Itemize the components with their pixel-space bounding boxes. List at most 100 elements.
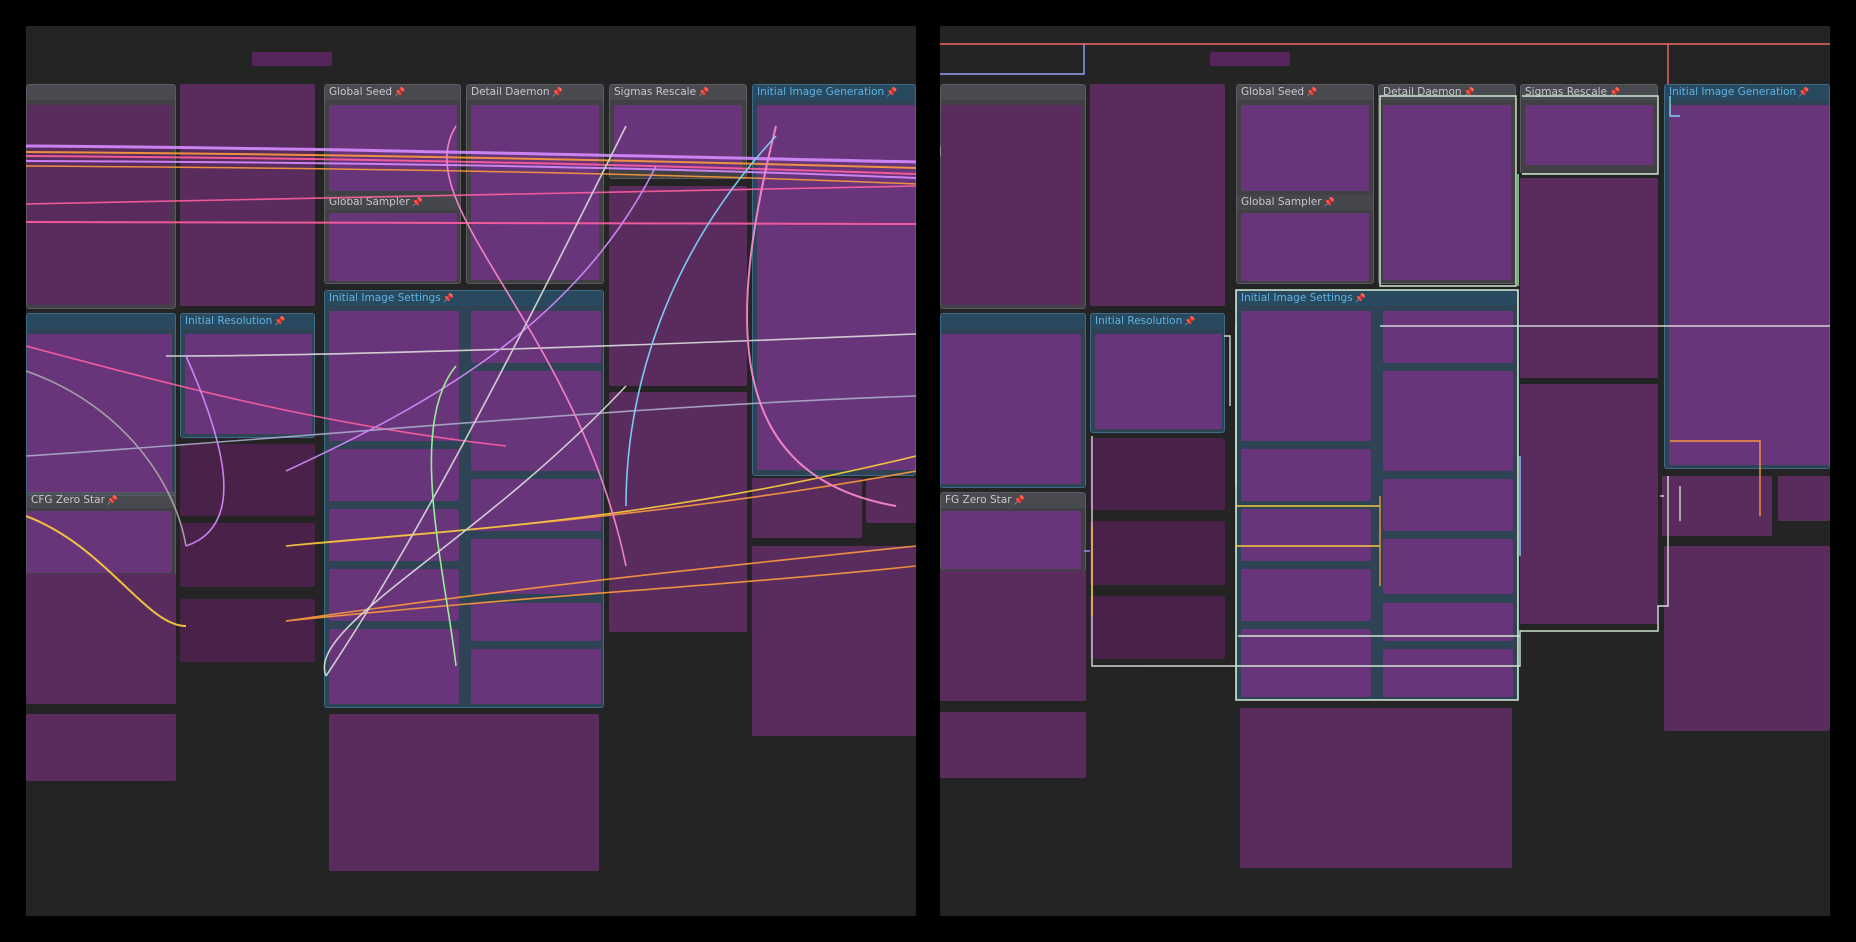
group-initial-image-generation[interactable]: Initial Image Generation 📌 [1664, 84, 1830, 469]
workflow-canvas-left[interactable]: Global Seed 📌 Global Sampler 📌 Detail Daem… [26, 26, 916, 916]
node[interactable] [1520, 384, 1658, 624]
detail-daemon-node[interactable] [471, 105, 599, 280]
node[interactable] [471, 311, 601, 363]
initial-resolution-node[interactable] [1095, 334, 1222, 429]
node[interactable] [1662, 476, 1772, 536]
node[interactable] [1383, 371, 1513, 471]
pin-icon[interactable]: 📌 [394, 88, 405, 98]
node[interactable] [329, 311, 459, 441]
node[interactable] [329, 714, 599, 871]
pin-icon[interactable]: 📌 [1609, 88, 1620, 98]
group-cfg-zero-star[interactable]: CFG Zero Star 📌 [26, 492, 176, 577]
node[interactable] [180, 599, 315, 662]
pin-icon[interactable]: 📌 [552, 88, 563, 98]
node[interactable] [940, 571, 1086, 701]
node[interactable] [180, 444, 315, 516]
group-left-middle[interactable] [26, 313, 176, 496]
node[interactable] [1383, 603, 1513, 641]
pin-icon[interactable]: 📌 [1798, 88, 1809, 98]
group-cfg-zero-star[interactable]: FG Zero Star 📌 [940, 492, 1086, 572]
node[interactable] [1241, 449, 1371, 501]
node[interactable] [866, 478, 916, 523]
pin-icon[interactable]: 📌 [443, 294, 454, 304]
cfg-zero-star-node[interactable] [27, 511, 172, 573]
node[interactable] [329, 509, 459, 561]
pin-icon[interactable]: 📌 [412, 198, 423, 208]
node[interactable] [471, 649, 601, 704]
node[interactable] [752, 478, 862, 538]
pin-icon[interactable]: 📌 [1464, 88, 1475, 98]
node[interactable] [180, 84, 315, 306]
cfg-zero-star-node[interactable] [941, 511, 1081, 569]
pin-icon[interactable]: 📌 [1014, 496, 1025, 506]
node[interactable] [1241, 509, 1371, 561]
pin-icon[interactable]: 📌 [698, 88, 709, 98]
node[interactable] [27, 334, 172, 492]
group-initial-resolution[interactable]: Initial Resolution 📌 [180, 313, 315, 438]
node[interactable] [1090, 438, 1225, 510]
node[interactable] [471, 479, 601, 531]
pin-icon[interactable]: 📌 [107, 496, 118, 506]
node[interactable] [329, 629, 459, 704]
node[interactable] [609, 186, 747, 386]
node[interactable] [1090, 84, 1225, 306]
group-global-seed[interactable]: Global Seed 📌 Global Sampler 📌 [324, 84, 461, 284]
node[interactable] [1090, 596, 1225, 659]
global-seed-node[interactable] [1241, 105, 1369, 191]
group-global-seed[interactable]: Global Seed 📌 Global Sampler 📌 [1236, 84, 1374, 284]
node[interactable] [1383, 649, 1513, 697]
node[interactable] [1664, 546, 1830, 731]
node[interactable] [940, 712, 1086, 778]
group-detail-daemon[interactable]: Detail Daemon 📌 [1378, 84, 1516, 284]
sigmas-rescale-node[interactable] [614, 105, 742, 170]
global-sampler-node[interactable] [329, 213, 457, 281]
node[interactable] [329, 569, 459, 621]
node[interactable] [471, 371, 601, 471]
group-detail-daemon[interactable]: Detail Daemon 📌 [466, 84, 604, 284]
pin-icon[interactable]: 📌 [886, 88, 897, 98]
node[interactable] [26, 714, 176, 781]
node[interactable] [180, 523, 315, 587]
node[interactable] [1520, 178, 1658, 378]
node[interactable] [471, 603, 601, 641]
workflow-canvas-right[interactable]: Global Seed 📌 Global Sampler 📌 Detail Daem… [940, 26, 1830, 916]
node[interactable] [471, 539, 601, 594]
detail-daemon-node[interactable] [1383, 105, 1511, 280]
group-left-middle[interactable] [940, 313, 1086, 488]
pin-icon[interactable]: 📌 [1324, 198, 1335, 208]
node[interactable] [941, 105, 1081, 305]
group-left-top[interactable] [26, 84, 176, 309]
node[interactable] [27, 105, 172, 305]
node[interactable] [1090, 521, 1225, 585]
node[interactable] [1241, 311, 1371, 441]
group-initial-resolution[interactable]: Initial Resolution 📌 [1090, 313, 1225, 433]
sigmas-rescale-node[interactable] [1525, 105, 1653, 165]
node[interactable] [1383, 479, 1513, 531]
pin-icon[interactable]: 📌 [1184, 317, 1195, 327]
global-sampler-node[interactable] [1241, 213, 1369, 281]
initial-image-generation-node[interactable] [1669, 105, 1829, 465]
group-sigmas-rescale[interactable]: Sigmas Rescale 📌 [609, 84, 747, 179]
group-left-top[interactable] [940, 84, 1086, 309]
group-sigmas-rescale[interactable]: Sigmas Rescale 📌 [1520, 84, 1658, 174]
node[interactable] [1383, 539, 1513, 594]
group-initial-image-settings[interactable]: Initial Image Settings 📌 [324, 290, 604, 708]
node[interactable] [941, 334, 1081, 484]
node[interactable] [329, 449, 459, 501]
node[interactable] [26, 574, 176, 704]
node[interactable] [752, 546, 916, 736]
initial-resolution-node[interactable] [185, 334, 312, 434]
node[interactable] [609, 392, 747, 632]
node[interactable] [1241, 569, 1371, 621]
node[interactable] [1241, 629, 1371, 697]
pin-icon[interactable]: 📌 [1306, 88, 1317, 98]
group-initial-image-generation[interactable]: Initial Image Generation 📌 [752, 84, 916, 476]
pin-icon[interactable]: 📌 [274, 317, 285, 327]
initial-image-generation-node[interactable] [757, 105, 915, 470]
pin-icon[interactable]: 📌 [1355, 294, 1366, 304]
group-initial-image-settings[interactable]: Initial Image Settings 📌 [1236, 290, 1518, 700]
node[interactable] [1240, 708, 1512, 868]
node[interactable] [1383, 311, 1513, 363]
node[interactable] [1778, 476, 1830, 521]
global-seed-node[interactable] [329, 105, 457, 191]
